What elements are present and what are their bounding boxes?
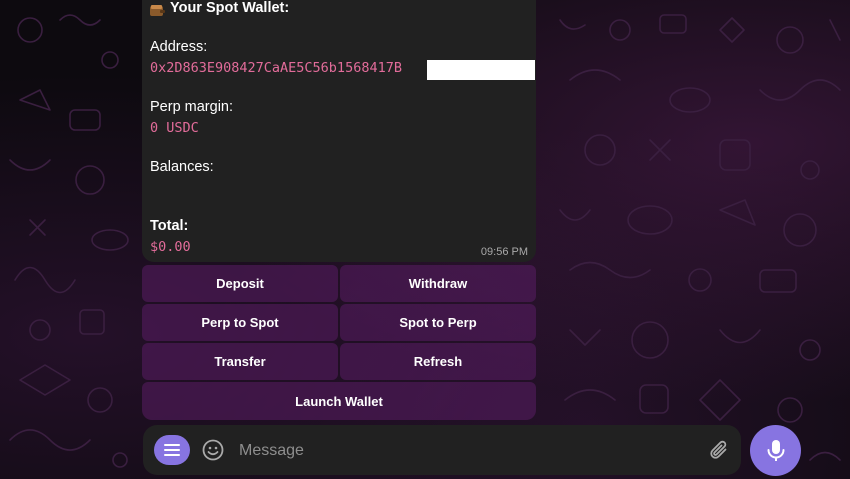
paperclip-icon [710,440,727,459]
emoji-button[interactable] [201,438,225,462]
transfer-button[interactable]: Transfer [142,343,338,380]
total-value[interactable]: $0.00 [150,239,191,255]
message-title-text: Your Spot Wallet: [170,0,290,16]
wallet-message-bubble: Your Spot Wallet: Address: 0x2D863E90842… [142,0,536,262]
attach-button[interactable] [707,438,731,462]
address-label: Address: [150,39,208,55]
wallet-icon [150,4,165,16]
address-redaction [427,60,535,80]
message-title: Your Spot Wallet: [150,0,289,16]
perp-to-spot-button[interactable]: Perp to Spot [142,304,338,341]
message-time: 09:56 PM [480,246,528,258]
perp-margin-value[interactable]: 0 USDC [150,120,199,136]
message-composer [143,425,741,475]
perp-margin-label: Perp margin: [150,99,234,115]
smile-icon [202,439,224,461]
deposit-button[interactable]: Deposit [142,265,338,302]
bot-menu-button[interactable] [154,435,190,465]
address-value[interactable]: 0x2D863E908427CaAE5C56b1568417B [150,60,402,76]
withdraw-button[interactable]: Withdraw [340,265,536,302]
launch-wallet-button[interactable]: Launch Wallet [142,382,536,420]
microphone-icon [767,439,784,461]
voice-record-button[interactable] [750,425,801,476]
message-input[interactable] [237,435,701,467]
menu-icon [164,444,180,456]
refresh-button[interactable]: Refresh [340,343,536,380]
balances-label: Balances: [150,159,214,175]
spot-to-perp-button[interactable]: Spot to Perp [340,304,536,341]
total-label: Total: [150,218,189,234]
